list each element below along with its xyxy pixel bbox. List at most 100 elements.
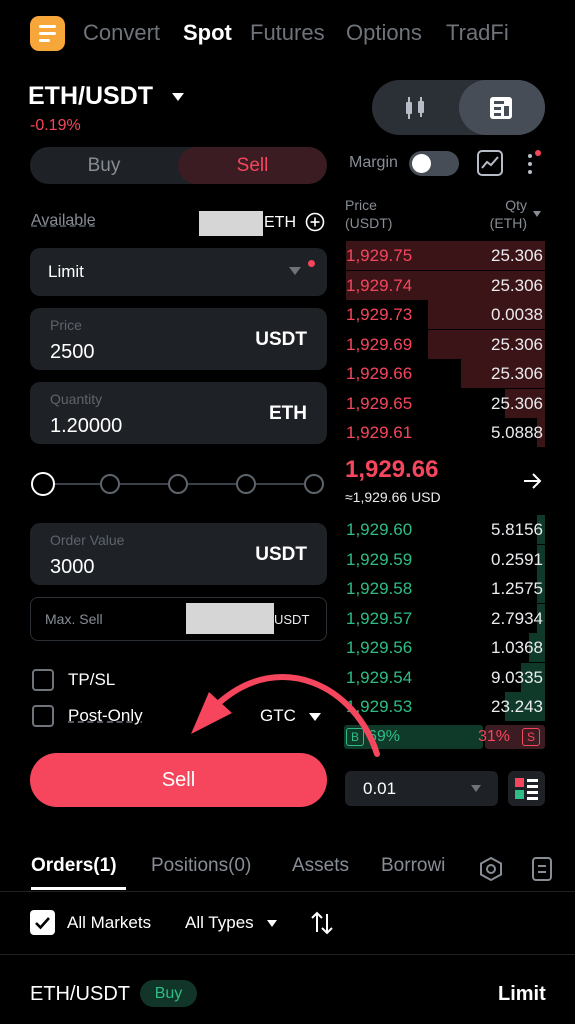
slider-step[interactable] [168,474,188,494]
post-only-label: Post-Only [68,706,143,725]
book-qty: 1.2575 [491,579,543,598]
margin-toggle[interactable] [409,151,459,176]
all-types-select[interactable]: All Types [185,913,278,933]
tab-orders[interactable]: Orders(1) [31,855,117,877]
book-qty: 0.0038 [491,305,543,324]
add-funds-icon[interactable] [305,212,325,232]
price-input[interactable]: Price 2500 USDT [30,308,327,370]
orderbook-view-button[interactable] [459,80,545,135]
orderbook-qty-header[interactable]: Qty (ETH) [474,196,527,232]
all-markets-label: All Markets [67,913,152,932]
ask-row[interactable]: 1,929.65 25.306 [344,388,545,418]
pair-selector[interactable]: ETH/USDT [28,82,184,111]
quantity-value: 1.20000 [50,415,123,437]
bid-row[interactable]: 1,929.58 1.2575 [344,574,545,603]
post-only-checkbox[interactable] [32,705,54,727]
nav-tab-convert[interactable]: Convert [83,20,160,46]
ask-row[interactable]: 1,929.74 25.306 [344,270,545,300]
ask-row[interactable]: 1,929.75 25.306 [344,241,545,270]
book-price: 1,929.75 [346,246,413,265]
candlestick-icon[interactable] [402,96,428,120]
all-markets-checkbox[interactable] [30,910,55,935]
sell-badge: S [522,728,540,746]
ask-row[interactable]: 1,929.66 25.306 [344,359,545,388]
ask-row[interactable]: 1,929.69 25.306 [344,329,545,359]
sell-tab[interactable]: Sell [178,147,327,184]
tab-assets[interactable]: Assets [292,855,349,877]
order-value: 3000 [50,556,95,578]
book-qty: 23.243 [491,697,543,716]
book-qty: 25.306 [491,334,543,354]
sort-icon[interactable] [310,910,334,936]
book-price: 1,929.66 [346,364,413,383]
bid-row[interactable]: 1,929.57 2.7934 [344,603,545,633]
slider-step[interactable] [236,474,256,494]
slider-step[interactable] [100,474,120,494]
check-icon [35,917,50,930]
caret-down-icon [533,211,541,217]
book-layout-button[interactable] [508,771,545,806]
price-change: -0.19% [30,117,81,134]
max-sell-redacted [186,603,274,634]
book-price: 1,929.65 [346,393,413,413]
tab-positions[interactable]: Positions(0) [151,855,251,877]
order-value-input[interactable]: Order Value 3000 USDT [30,523,327,585]
ask-row[interactable]: 1,929.61 5.0888 [344,418,545,447]
caret-down-icon [267,920,278,928]
slider-handle[interactable] [31,472,55,496]
quantity-unit: ETH [269,403,307,424]
chart-icon[interactable] [477,150,503,176]
annotation-arrow-icon [191,674,380,757]
book-qty: 25.306 [491,364,543,383]
book-price: 1,929.74 [346,275,413,295]
book-qty: 2.7934 [491,608,543,628]
order-value-label: Order Value [50,532,125,548]
ask-row[interactable]: 1,929.73 0.0038 [344,300,545,329]
bid-row[interactable]: 1,929.60 5.8156 [344,515,545,544]
more-icon[interactable] [522,150,542,178]
divider [0,954,575,955]
available-balance-redacted [199,211,263,236]
max-sell-row: Max. Sell USDT [30,597,327,641]
nav-tab-options[interactable]: Options [346,20,422,46]
book-price: 1,929.73 [346,305,413,324]
active-tab-indicator [31,887,126,890]
menu-icon[interactable] [30,16,65,51]
settings-icon[interactable] [478,856,504,882]
nav-tab-futures[interactable]: Futures [250,20,325,46]
book-qty: 9.0335 [491,667,543,687]
buy-tab[interactable]: Buy [30,147,178,184]
book-layout-icon [515,778,538,800]
nav-tab-spot[interactable]: Spot [183,20,232,46]
slider-step[interactable] [304,474,324,494]
nav-tab-tradfi[interactable]: TradFi [446,20,509,46]
order-pair: ETH/USDT [30,983,130,1005]
book-qty: 5.8156 [491,520,543,539]
document-icon[interactable] [531,856,553,882]
book-price: 1,929.58 [346,579,413,598]
book-icon [490,97,512,119]
last-price: 1,929.66 [345,456,439,483]
top-nav: Convert Spot Futures Options TradFi [0,0,575,70]
tick-size-select[interactable]: 0.01 [345,771,498,806]
book-qty: 0.2591 [491,549,543,569]
book-qty: 25.306 [491,393,543,413]
toggle-knob [412,154,431,173]
qty-header-label: Qty [505,197,527,213]
sell-button[interactable]: Sell [30,753,327,807]
available-label: Available [31,212,96,229]
notification-dot [308,260,315,267]
pair-title: ETH/USDT [28,82,153,110]
tpsl-checkbox[interactable] [32,669,54,691]
arrow-right-icon[interactable] [521,470,543,492]
order-type-select[interactable]: Limit [30,248,327,296]
margin-label: Margin [349,154,398,171]
qty-header-unit: (ETH) [489,215,527,231]
price-label: Price [50,317,82,333]
order-side-badge: Buy [140,980,197,1007]
bid-row[interactable]: 1,929.59 0.2591 [344,544,545,574]
book-qty: 5.0888 [491,423,543,442]
tab-borrowing[interactable]: Borrowi [381,855,445,877]
quantity-input[interactable]: Quantity 1.20000 ETH [30,382,327,444]
book-price: 1,929.60 [346,520,413,539]
